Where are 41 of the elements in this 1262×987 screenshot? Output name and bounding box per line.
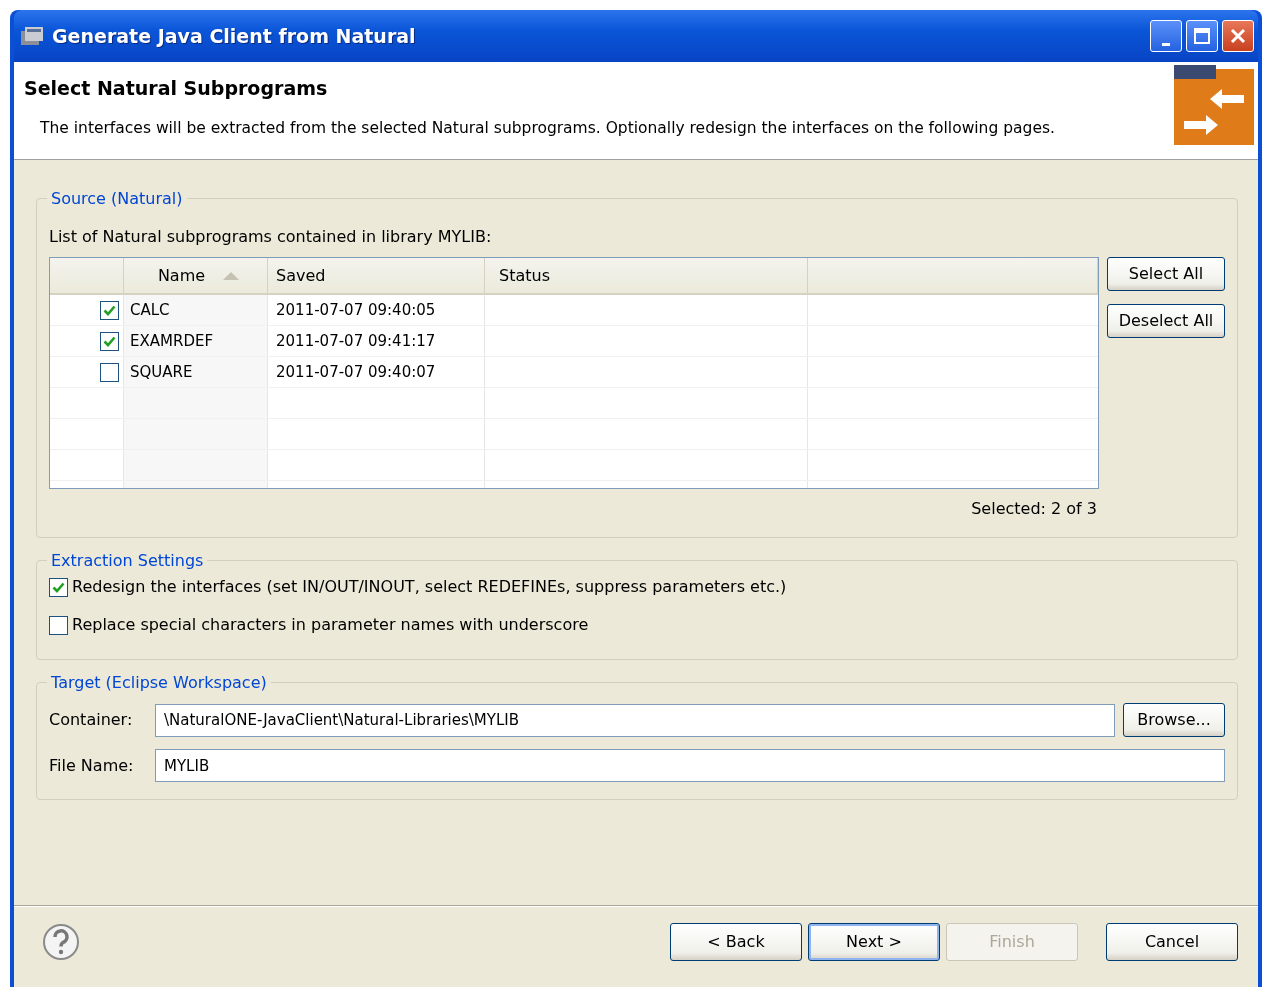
field-label: File Name:: [49, 754, 135, 777]
wizard-button[interactable]: < Back: [670, 923, 802, 961]
page-description: The interfaces will be extracted from the selected Natural subprograms. Optionally redesign the interfaces on the following pages.: [40, 117, 1056, 139]
table-cell-text: 2011-07-07 09:41:17: [276, 330, 436, 352]
window-title: Generate Java Client from Natural: [52, 23, 417, 49]
wizard-button[interactable]: Cancel: [1106, 923, 1238, 961]
wizard-arrows-icon: [1174, 65, 1254, 145]
select-button[interactable]: Deselect All: [1107, 304, 1225, 338]
browse-button[interactable]: Browse...: [1123, 703, 1225, 737]
checkbox[interactable]: [100, 300, 119, 320]
selection-count: Selected: 2 of 3: [971, 498, 1097, 520]
select-button[interactable]: Select All: [1107, 257, 1225, 291]
checkbox[interactable]: [100, 362, 119, 382]
list-label: List of Natural subprograms contained in library MYLIB:: [49, 226, 493, 248]
maximize-button[interactable]: [1186, 20, 1218, 52]
field-label: Container:: [49, 709, 134, 731]
table-cell-text: SQUARE: [130, 361, 193, 383]
checkbox-label[interactable]: Replace special characters in parameter names with underscore: [72, 613, 589, 637]
close-icon: [1229, 27, 1247, 45]
maximize-icon: [1193, 27, 1211, 45]
text-field[interactable]: \NaturalONE-JavaClient\Natural-Libraries\MYLIB: [155, 703, 1115, 737]
table-cell-text: CALC: [130, 299, 170, 321]
table-cell-text: 2011-07-07 09:40:05: [276, 299, 436, 321]
close-button[interactable]: [1222, 20, 1254, 52]
wizard-button[interactable]: Next >: [808, 923, 940, 961]
window-icon: [20, 25, 44, 47]
column-header[interactable]: Saved: [268, 258, 485, 293]
checkbox-label[interactable]: Redesign the interfaces (set IN/OUT/INOUT, select REDEFINEs, suppress parameters etc.): [72, 575, 787, 599]
text-field[interactable]: MYLIB: [155, 749, 1225, 782]
checkbox[interactable]: [49, 615, 68, 635]
table-cell-text: EXAMRDEF: [130, 330, 214, 352]
checkbox[interactable]: [49, 577, 68, 597]
table-cell-text: 2011-07-07 09:40:07: [276, 361, 436, 383]
column-header[interactable]: Name: [124, 258, 268, 293]
checkbox[interactable]: [100, 331, 119, 351]
page-title: Select Natural Subprograms: [24, 76, 329, 101]
help-icon[interactable]: [42, 923, 80, 961]
minimize-icon: [1162, 42, 1170, 46]
sort-arrow-icon: [223, 271, 240, 280]
minimize-button[interactable]: [1150, 20, 1182, 52]
column-header[interactable]: Status: [485, 258, 808, 293]
